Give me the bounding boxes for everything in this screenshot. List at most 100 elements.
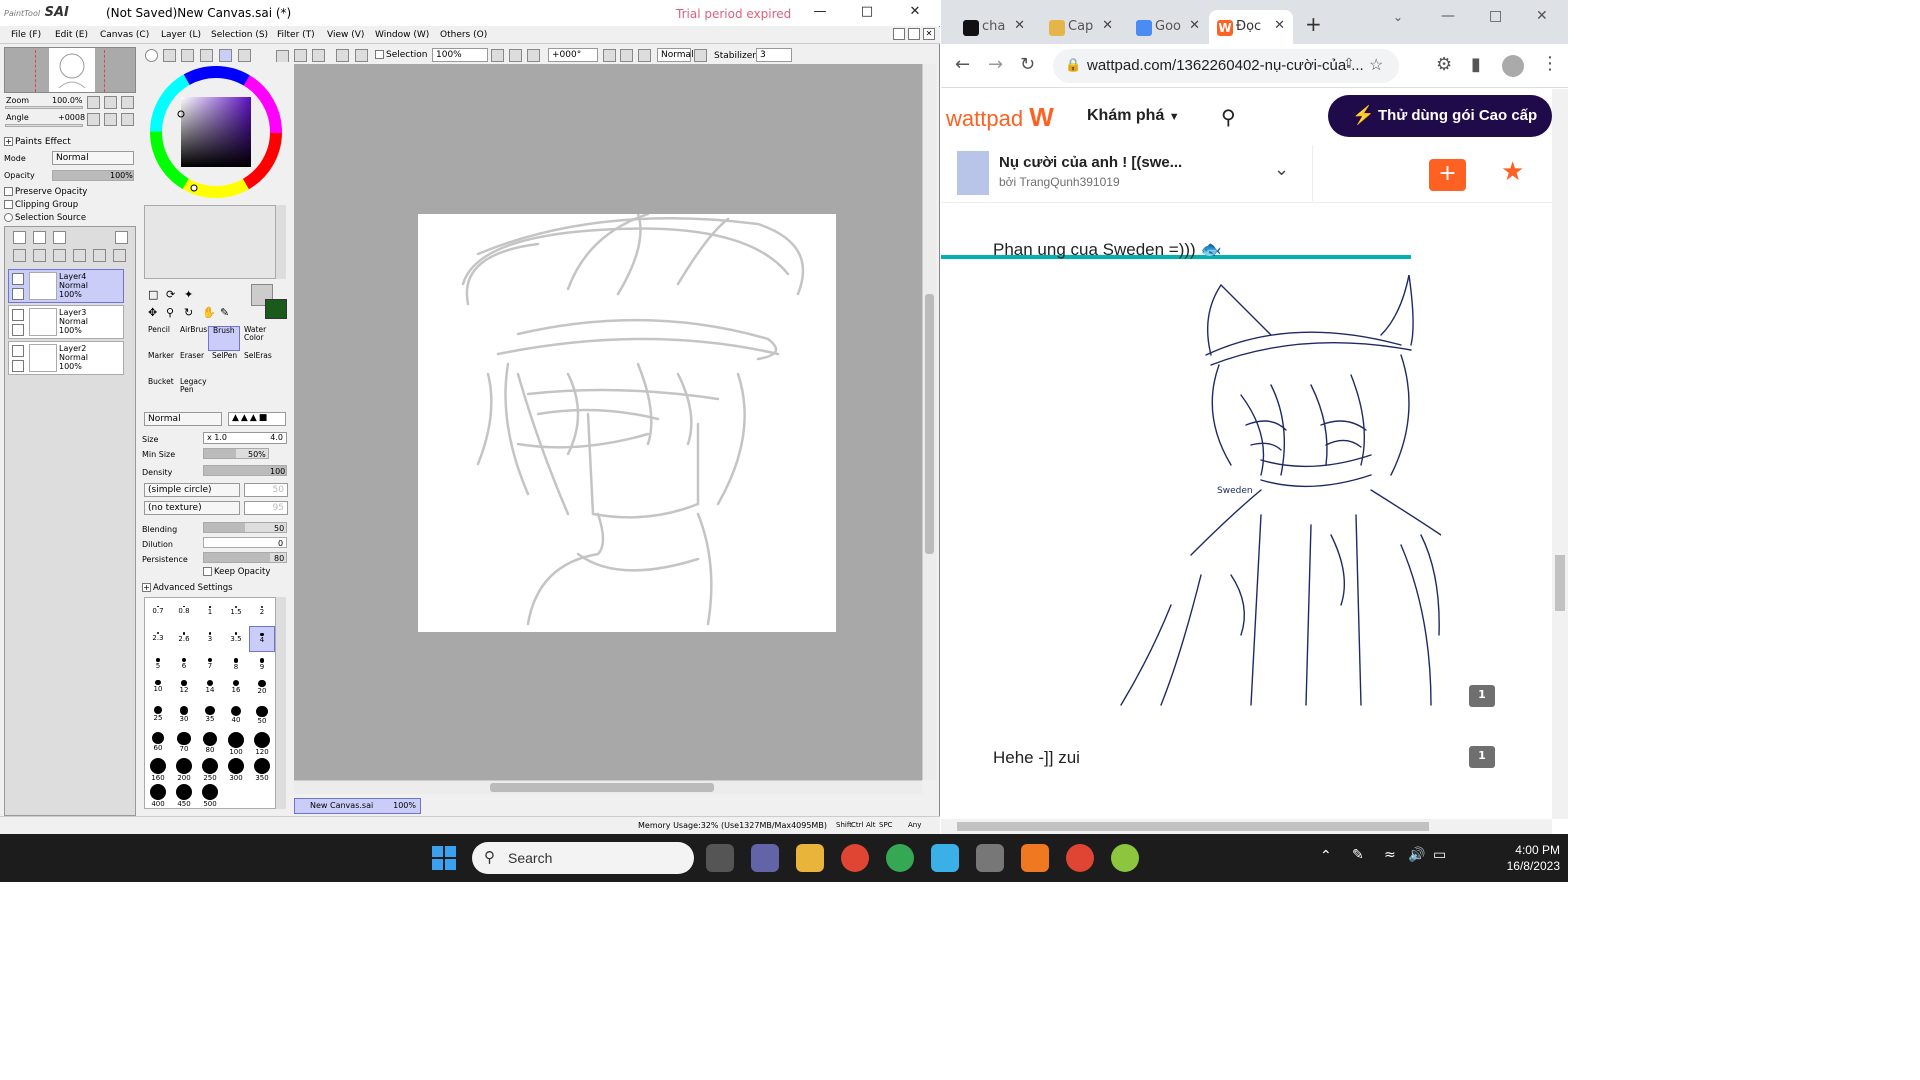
brush-size-cell[interactable]: 250: [197, 756, 223, 782]
brush-size-scrollbar[interactable]: [276, 597, 286, 809]
maximize-icon[interactable]: □: [1489, 8, 1502, 24]
clear-selection-icon[interactable]: [336, 49, 349, 62]
nav-zoom-out-icon[interactable]: [87, 96, 100, 109]
story-author[interactable]: bởi TrangQunh391019: [999, 175, 1120, 189]
brush-size-cell[interactable]: 120: [249, 730, 275, 756]
brush-size-cell[interactable]: 8: [223, 652, 249, 678]
advanced-settings-header[interactable]: + Advanced Settings: [142, 583, 233, 593]
tool-seleras[interactable]: SelEras: [240, 352, 272, 377]
wifi-icon[interactable]: ≈: [1384, 847, 1396, 863]
brush-size-cell[interactable]: 1: [197, 600, 223, 626]
view-mode-select[interactable]: Normal: [657, 48, 694, 62]
new-tab-icon[interactable]: +: [1305, 12, 1322, 36]
page-vertical-scrollbar[interactable]: [1552, 89, 1568, 819]
close-icon[interactable]: ✕: [901, 4, 929, 22]
page-horizontal-scrollbar[interactable]: [941, 819, 1552, 834]
brush-size-cell[interactable]: 1.5: [223, 600, 249, 626]
clipping-group-checkbox[interactable]: [4, 200, 13, 209]
menu-selection[interactable]: Selection (S): [211, 30, 268, 40]
paints-effect-header[interactable]: + Paints Effect: [4, 137, 71, 147]
tab-character-ai[interactable]: cha ✕: [955, 10, 1033, 44]
tool-brush[interactable]: Brush: [208, 326, 240, 351]
scratchpad[interactable]: [144, 205, 276, 279]
comment-badge[interactable]: 1: [1469, 685, 1495, 707]
lasso-icon[interactable]: ⟳: [166, 288, 175, 301]
brush-size-cell[interactable]: 350: [249, 756, 275, 782]
search-icon[interactable]: ⚲: [1221, 105, 1236, 129]
close-tab-icon[interactable]: ✕: [1274, 18, 1285, 33]
forward-icon[interactable]: →: [988, 54, 1003, 75]
menu-file[interactable]: File (F): [11, 30, 41, 40]
menu-window[interactable]: Window (W): [375, 30, 429, 40]
wattpad-logo[interactable]: wattpad W: [946, 102, 1054, 133]
back-icon[interactable]: ←: [955, 54, 970, 75]
brush-size-cell[interactable]: 160: [145, 756, 171, 782]
maximize-icon[interactable]: □: [853, 4, 881, 22]
rotate-right-icon[interactable]: [620, 49, 633, 62]
vote-star-icon[interactable]: ★: [1501, 157, 1524, 187]
brush-lock-icon[interactable]: [12, 360, 24, 372]
comment-badge[interactable]: 1: [1469, 746, 1495, 768]
brush-edge-shape-selector[interactable]: ▲▲▲■: [228, 412, 286, 426]
nav-rotate-reset-icon[interactable]: [121, 113, 134, 126]
volume-icon[interactable]: 🔊: [1408, 847, 1425, 863]
minimize-icon[interactable]: —: [806, 4, 834, 22]
menu-canvas[interactable]: Canvas (C): [100, 30, 149, 40]
brush-size-cell[interactable]: 10: [145, 678, 171, 704]
shape-strength[interactable]: 50: [244, 483, 288, 497]
tab-wattpad[interactable]: W Đọc ✕: [1209, 10, 1293, 44]
nav-rotate-left-icon[interactable]: [87, 113, 100, 126]
move-icon[interactable]: ✥: [148, 306, 157, 319]
windows-start-icon[interactable]: [432, 846, 456, 870]
taskbar-search[interactable]: ⚲ Search: [472, 842, 694, 874]
drawing-canvas[interactable]: [418, 212, 836, 632]
reload-icon[interactable]: ↻: [1020, 54, 1035, 75]
scratchpad-scrollbar[interactable]: [276, 205, 286, 279]
invert-selection-icon[interactable]: [355, 49, 368, 62]
brush-size-cell[interactable]: 300: [223, 756, 249, 782]
close-tab-icon[interactable]: ✕: [1014, 18, 1025, 33]
brush-size-cell[interactable]: 450: [171, 782, 197, 808]
brush-size-cell[interactable]: 4: [249, 626, 275, 652]
marquee-icon[interactable]: □: [148, 288, 158, 301]
color-wheel-toggle-icon[interactable]: [145, 49, 158, 62]
tool-bucket[interactable]: Bucket: [144, 378, 176, 403]
delete-layer-icon[interactable]: [73, 249, 86, 262]
zoom-select[interactable]: 100%: [432, 48, 488, 62]
hand-tool-icon[interactable]: ✋: [202, 306, 216, 319]
document-tab[interactable]: New Canvas.sai 100%: [294, 798, 421, 814]
new-linework-layer-icon[interactable]: [33, 231, 46, 244]
rotate-tool-icon[interactable]: ↻: [184, 306, 193, 319]
eye-icon[interactable]: [12, 345, 24, 357]
scratchpad-toggle-icon[interactable]: [219, 49, 232, 62]
brush-size-cell[interactable]: 2: [249, 600, 275, 626]
swatches-toggle-icon[interactable]: [200, 49, 213, 62]
scroll-thumb[interactable]: [490, 783, 714, 792]
selection-source-option[interactable]: Selection Source: [4, 213, 86, 223]
navigator-panel[interactable]: [4, 47, 136, 93]
scroll-thumb[interactable]: [1555, 555, 1565, 611]
rotate-left-icon[interactable]: [603, 49, 616, 62]
brush-texture-select[interactable]: (no texture): [144, 501, 240, 515]
brush-shape-select[interactable]: (simple circle): [144, 483, 240, 497]
brush-size-cell[interactable]: 5: [145, 652, 171, 678]
tab-search-icon[interactable]: ⌄: [1393, 10, 1403, 24]
color-wheel[interactable]: [148, 64, 284, 200]
story-title[interactable]: Nụ cười của anh ! [(swe...: [999, 154, 1182, 171]
brush-size-cell[interactable]: 70: [171, 730, 197, 756]
brush-size-cell[interactable]: 0.8: [171, 600, 197, 626]
mixer-toggle-icon[interactable]: [238, 49, 251, 62]
brush-mode-select[interactable]: Normal: [144, 412, 222, 426]
layer-mode-select[interactable]: Normal: [52, 151, 134, 165]
layer-item[interactable]: Layer3 Normal 100%: [8, 305, 124, 339]
canvas-horizontal-scrollbar[interactable]: [294, 780, 922, 794]
mdi-close-icon[interactable]: ✕: [923, 28, 935, 40]
merge-down-icon[interactable]: [33, 249, 46, 262]
keep-opacity-option[interactable]: Keep Opacity: [203, 567, 270, 577]
try-premium-button[interactable]: ⚡ Thử dùng gói Cao cấp: [1328, 95, 1552, 137]
side-panel-icon[interactable]: ▮: [1471, 54, 1481, 75]
keep-opacity-checkbox[interactable]: [203, 567, 212, 576]
brush-size-cell[interactable]: 50: [249, 704, 275, 730]
selection-toggle[interactable]: Selection: [375, 50, 427, 60]
menu-others[interactable]: Others (O): [440, 30, 487, 40]
